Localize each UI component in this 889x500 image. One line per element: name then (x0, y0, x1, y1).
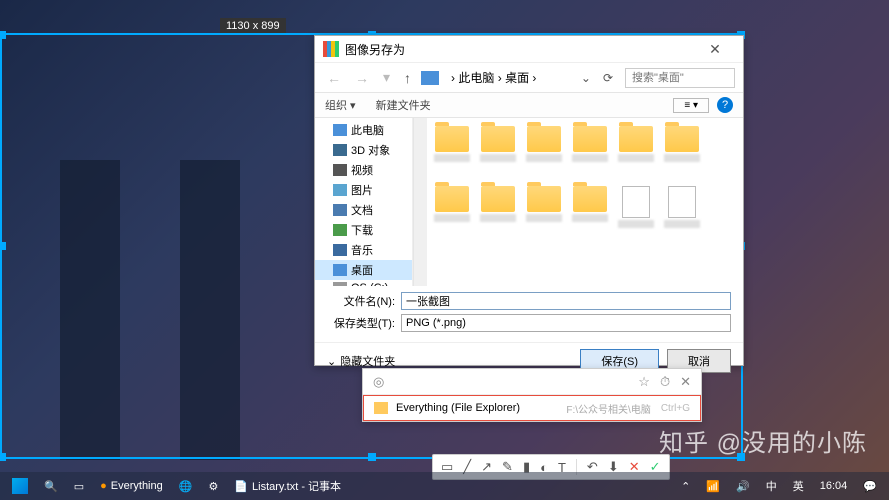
forward-button[interactable]: → (351, 70, 373, 86)
view-mode-button[interactable]: ≡ ▾ (673, 98, 709, 113)
close-button[interactable]: ✕ (695, 41, 735, 58)
ime-ying[interactable]: 英 (785, 472, 812, 500)
sidebar-item-pc[interactable]: 此电脑 (315, 120, 412, 140)
tray-network-icon[interactable]: 📶 (698, 472, 728, 500)
listary-result-item[interactable]: Everything (File Explorer) F:\公众号相关\电脑 C… (363, 395, 701, 421)
start-button[interactable] (4, 472, 36, 500)
ime-zhong[interactable]: 中 (758, 472, 785, 500)
refresh-button[interactable]: ⟳ (597, 71, 619, 85)
tray-volume-icon[interactable]: 🔊 (728, 472, 758, 500)
folder-item[interactable] (523, 186, 565, 240)
folder-item[interactable] (661, 126, 703, 180)
search-input[interactable] (625, 68, 735, 88)
dialog-title: 图像另存为 (345, 41, 405, 58)
sidebar-item-drive-c[interactable]: OS (C:) (315, 280, 412, 286)
save-dialog: 图像另存为 ✕ ← → ▾ ↑ › 此电脑 › 桌面 › ⌄ ⟳ 组织 ▾ 新建… (314, 35, 744, 366)
file-item[interactable] (615, 186, 657, 240)
file-list[interactable] (427, 118, 743, 286)
taskbar: 🔍 ▭ ●Everything 🌐 ⚙ 📄Listary.txt - 记事本 ⌃… (0, 472, 889, 500)
help-button[interactable]: ? (717, 97, 733, 113)
watermark: 知乎 @没用的小陈 (659, 423, 867, 458)
result-path: F:\公众号相关\电脑 (566, 401, 650, 416)
sidebar-item-pictures[interactable]: 图片 (315, 180, 412, 200)
folder-item[interactable] (431, 126, 473, 180)
taskbar-app-notepad[interactable]: 📄Listary.txt - 记事本 (226, 472, 349, 500)
sidebar: 此电脑 3D 对象 视频 图片 文档 下载 音乐 桌面 OS (C:) 本地磁盘… (315, 118, 413, 286)
dropdown-history[interactable]: ▾ (379, 69, 394, 86)
tray-chevron[interactable]: ⌃ (673, 472, 698, 500)
selection-size-label: 1130 x 899 (220, 18, 286, 34)
organize-menu[interactable]: 组织 ▾ (325, 97, 356, 113)
folder-item[interactable] (477, 126, 519, 180)
sidebar-item-music[interactable]: 音乐 (315, 240, 412, 260)
pc-icon (421, 71, 439, 85)
listary-popup: ◎ ☆ ⏱ ✕ Everything (File Explorer) F:\公众… (362, 368, 702, 422)
taskbar-clock[interactable]: 16:04 (812, 472, 856, 500)
result-label: Everything (File Explorer) (396, 402, 520, 414)
star-icon[interactable]: ☆ (638, 374, 650, 390)
up-button[interactable]: ↑ (400, 70, 415, 86)
taskbar-app-chrome[interactable]: 🌐 (171, 472, 201, 500)
chevron-down-icon: ⌄ (327, 355, 336, 368)
sidebar-scrollbar[interactable] (413, 118, 427, 286)
filetype-select[interactable]: PNG (*.png) (401, 314, 731, 332)
taskbar-app-everything[interactable]: ●Everything (92, 472, 171, 500)
folder-item[interactable] (431, 186, 473, 240)
new-folder-button[interactable]: 新建文件夹 (376, 97, 431, 113)
hide-folders-toggle[interactable]: ⌄ 隐藏文件夹 (327, 353, 395, 369)
sidebar-item-3d[interactable]: 3D 对象 (315, 140, 412, 160)
filename-label: 文件名(N): (327, 293, 395, 309)
breadcrumb[interactable]: › 此电脑 › 桌面 › (445, 67, 575, 88)
folder-item[interactable] (569, 186, 611, 240)
notification-button[interactable]: 💬 (855, 472, 885, 500)
sidebar-item-downloads[interactable]: 下载 (315, 220, 412, 240)
file-item[interactable] (661, 186, 703, 240)
path-dropdown[interactable]: ⌄ (581, 71, 591, 85)
tools-icon[interactable]: ✕ (680, 374, 691, 390)
taskview-button[interactable]: ▭ (66, 472, 92, 500)
sidebar-item-desktop[interactable]: 桌面 (315, 260, 412, 280)
result-shortcut: Ctrl+G (661, 403, 690, 414)
filename-input[interactable] (401, 292, 731, 310)
sidebar-item-documents[interactable]: 文档 (315, 200, 412, 220)
folder-item[interactable] (569, 126, 611, 180)
folder-item[interactable] (615, 126, 657, 180)
app-icon (323, 41, 339, 57)
history-icon[interactable]: ⏱ (660, 374, 670, 390)
filetype-label: 保存类型(T): (327, 315, 395, 331)
folder-item[interactable] (523, 126, 565, 180)
target-icon[interactable]: ◎ (373, 374, 384, 390)
folder-item[interactable] (477, 186, 519, 240)
back-button[interactable]: ← (323, 70, 345, 86)
taskbar-app-settings[interactable]: ⚙ (200, 472, 226, 500)
folder-icon (374, 402, 388, 414)
sidebar-item-videos[interactable]: 视频 (315, 160, 412, 180)
search-button[interactable]: 🔍 (36, 472, 66, 500)
